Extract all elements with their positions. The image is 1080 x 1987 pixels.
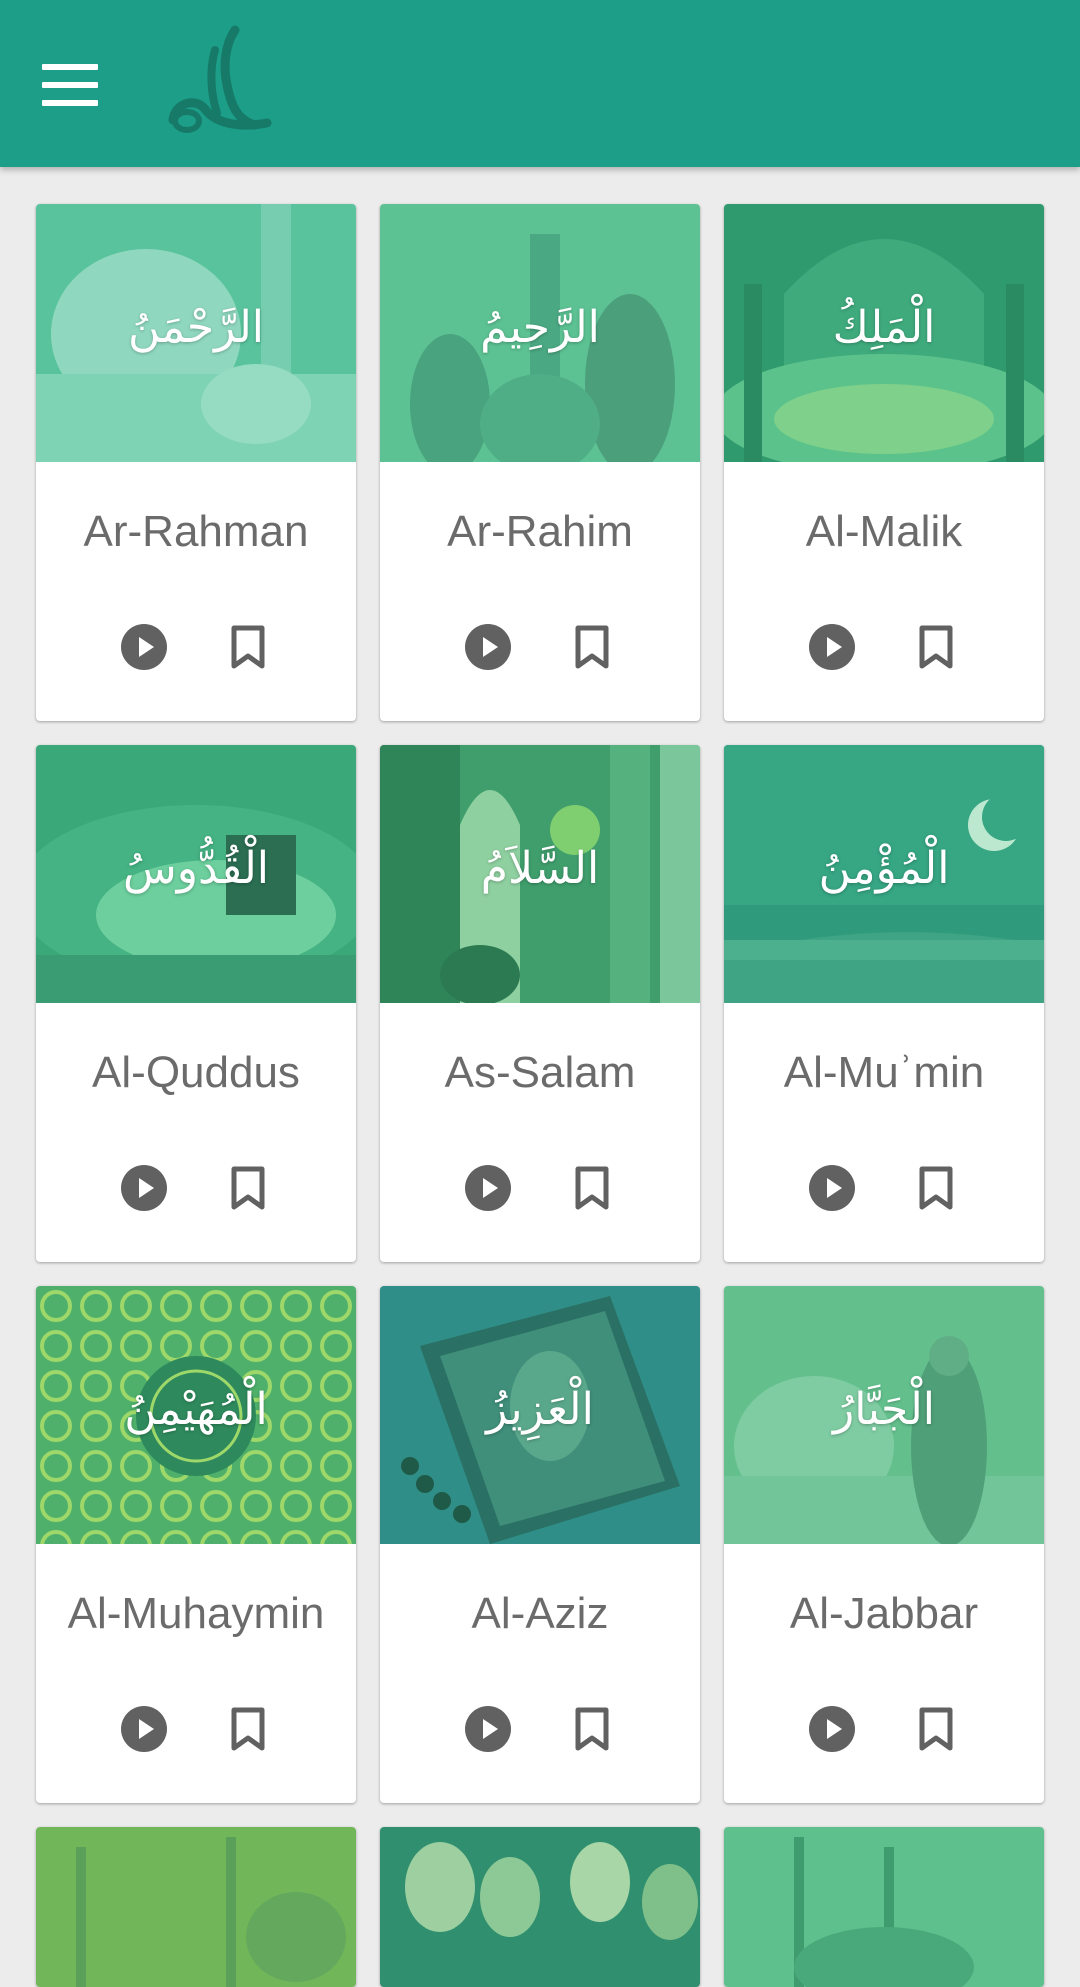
transliteration-label: Al-Aziz xyxy=(471,1589,609,1638)
name-card[interactable]: الرَّحِيمُ Ar-Rahim xyxy=(380,204,700,721)
card-image: الْمُهَيْمِنُ xyxy=(36,1286,356,1544)
bookmark-outline-icon[interactable] xyxy=(912,1705,960,1753)
transliteration-label: Al-Muhaymin xyxy=(67,1589,325,1638)
card-image: الْمُؤْمِنُ xyxy=(724,745,1044,1003)
play-circle-icon[interactable] xyxy=(464,1705,512,1753)
bookmark-outline-icon[interactable] xyxy=(568,1164,616,1212)
arabic-name: الْعَزِيزُ xyxy=(486,1384,594,1435)
arabic-name: الرَّحِيمُ xyxy=(480,302,600,353)
transliteration-label: Al-Jabbar xyxy=(789,1589,979,1638)
name-card[interactable]: الْجَبَّارُ Al-Jabbar xyxy=(724,1286,1044,1803)
card-image: الرَّحِيمُ xyxy=(380,204,700,462)
bookmark-outline-icon[interactable] xyxy=(568,623,616,671)
name-card[interactable] xyxy=(724,1827,1044,1987)
play-circle-icon[interactable] xyxy=(464,623,512,671)
transliteration-label: Al-Quddus xyxy=(92,1048,300,1097)
arabic-name: الرَّحْمَنُ xyxy=(127,302,265,353)
arabic-name: الْجَبَّارُ xyxy=(833,1384,935,1435)
name-card[interactable]: الْمَلِكُ Al-Malik xyxy=(724,204,1044,721)
name-card[interactable] xyxy=(380,1827,700,1987)
play-circle-icon[interactable] xyxy=(464,1164,512,1212)
arabic-name: السَّلاَمُ xyxy=(480,843,600,894)
bookmark-outline-icon[interactable] xyxy=(224,1164,272,1212)
card-image xyxy=(380,1827,700,1987)
hamburger-menu-icon[interactable] xyxy=(42,50,122,120)
arabic-name: الْمُهَيْمِنُ xyxy=(124,1384,268,1435)
card-image: السَّلاَمُ xyxy=(380,745,700,1003)
app-bar xyxy=(0,0,1080,167)
name-card[interactable]: السَّلاَمُ As-Salam xyxy=(380,745,700,1262)
name-card[interactable]: الْمُهَيْمِنُ Al-Muhaymin xyxy=(36,1286,356,1803)
bookmark-outline-icon[interactable] xyxy=(224,1705,272,1753)
bookmark-outline-icon[interactable] xyxy=(912,623,960,671)
card-image: الْمَلِكُ xyxy=(724,204,1044,462)
play-circle-icon[interactable] xyxy=(120,623,168,671)
transliteration-label: As-Salam xyxy=(444,1048,636,1097)
arabic-name: الْمُؤْمِنُ xyxy=(818,843,950,894)
play-circle-icon[interactable] xyxy=(120,1164,168,1212)
card-image: الْجَبَّارُ xyxy=(724,1286,1044,1544)
name-card[interactable]: الرَّحْمَنُ Ar-Rahman xyxy=(36,204,356,721)
bookmark-outline-icon[interactable] xyxy=(224,623,272,671)
names-grid: الرَّحْمَنُ Ar-Rahman الرَّحِيمُ Ar-Rahi… xyxy=(36,204,1044,1987)
allah-calligraphy-logo xyxy=(168,25,272,133)
name-card[interactable]: الْقُدُّوسُ Al-Quddus xyxy=(36,745,356,1262)
bookmark-outline-icon[interactable] xyxy=(568,1705,616,1753)
name-card[interactable]: الْعَزِيزُ Al-Aziz xyxy=(380,1286,700,1803)
card-image xyxy=(724,1827,1044,1987)
play-circle-icon[interactable] xyxy=(808,1705,856,1753)
transliteration-label: Al-Muʾmin xyxy=(783,1048,985,1097)
transliteration-label: Ar-Rahman xyxy=(83,507,309,556)
name-card[interactable] xyxy=(36,1827,356,1987)
transliteration-label: Ar-Rahim xyxy=(447,507,633,556)
card-image: الْعَزِيزُ xyxy=(380,1286,700,1544)
card-image: الرَّحْمَنُ xyxy=(36,204,356,462)
play-circle-icon[interactable] xyxy=(808,623,856,671)
card-image xyxy=(36,1827,356,1987)
name-card[interactable]: الْمُؤْمِنُ Al-Muʾmin xyxy=(724,745,1044,1262)
play-circle-icon[interactable] xyxy=(808,1164,856,1212)
play-circle-icon[interactable] xyxy=(120,1705,168,1753)
arabic-name: الْمَلِكُ xyxy=(832,302,936,353)
bookmark-outline-icon[interactable] xyxy=(912,1164,960,1212)
arabic-name: الْقُدُّوسُ xyxy=(123,843,269,894)
card-image: الْقُدُّوسُ xyxy=(36,745,356,1003)
transliteration-label: Al-Malik xyxy=(805,507,963,556)
